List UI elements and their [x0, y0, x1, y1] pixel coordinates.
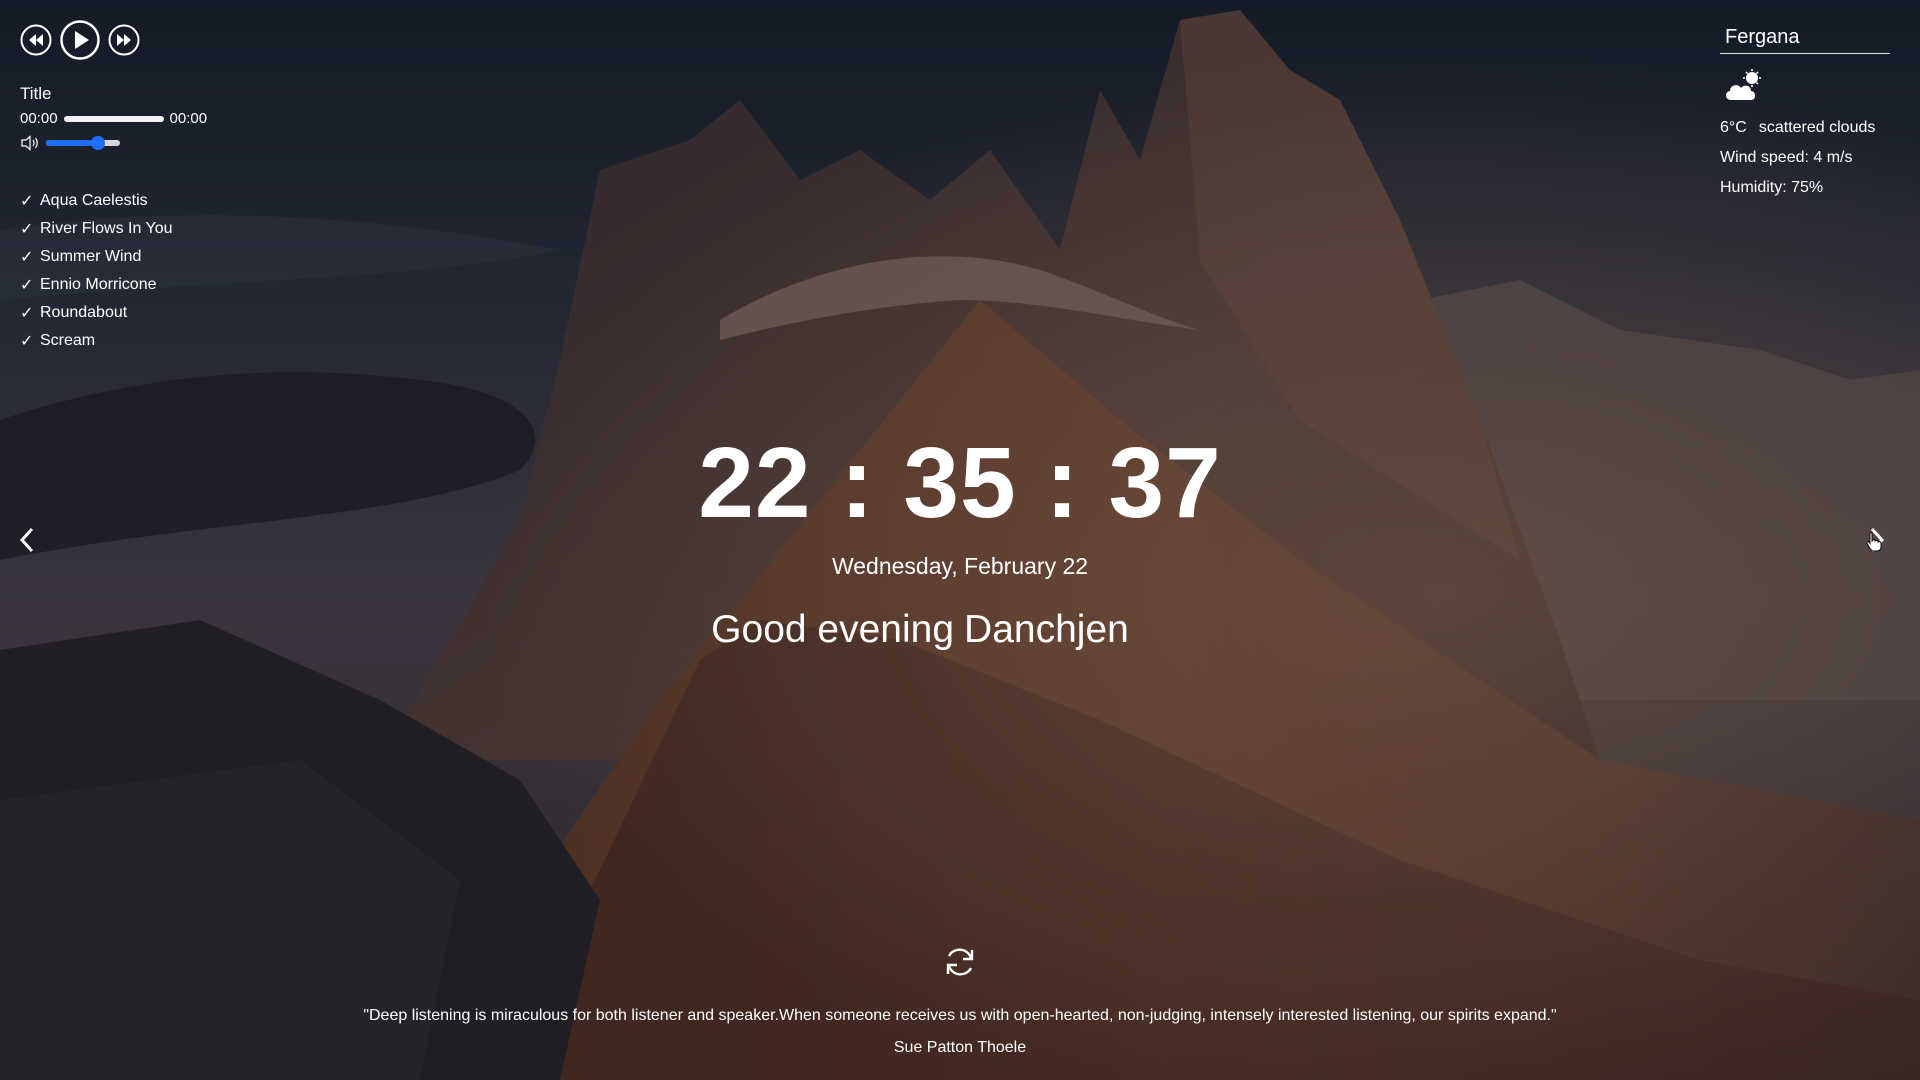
playlist-item[interactable]: ✓ River Flows In You [20, 215, 250, 243]
clock-date: Wednesday, February 22 [831, 553, 1089, 579]
current-time: 00:00 [20, 110, 58, 127]
playlist-item-label: Aqua Caelestis [40, 192, 148, 209]
playlist-item[interactable]: ✓ Summer Wind [20, 243, 250, 271]
playlist-item[interactable]: ✓ Roundabout [20, 299, 250, 327]
playlist-item-label: Summer Wind [40, 248, 142, 265]
refresh-icon [946, 948, 974, 976]
play-button[interactable] [60, 20, 100, 60]
audio-player: Title 00:00 00:00 ✓ Aqua Caelestis ✓ River… [20, 20, 250, 355]
volume-row [20, 135, 250, 151]
play-icon [60, 20, 100, 60]
playlist-item-label: Roundabout [40, 304, 128, 321]
humidity: Humidity: 75% [1720, 179, 1824, 196]
previous-track-button[interactable] [20, 24, 52, 56]
volume-slider[interactable] [46, 136, 120, 150]
hand-cursor-icon [1866, 532, 1882, 557]
refresh-quote-button[interactable] [942, 944, 978, 985]
check-icon: ✓ [20, 249, 34, 266]
progress-bar[interactable] [63, 115, 164, 122]
user-name[interactable]: Danchjen [964, 608, 1129, 651]
playlist: ✓ Aqua Caelestis ✓ River Flows In You ✓ Sum… [20, 187, 250, 355]
playlist-item[interactable]: ✓ Aqua Caelestis [20, 187, 250, 215]
playlist-item[interactable]: ✓ Scream [20, 327, 250, 355]
scattered-clouds-icon [1723, 68, 1890, 109]
check-icon: ✓ [20, 221, 34, 238]
quote-author: Sue Patton Thoele [893, 1039, 1027, 1056]
clock-time: 22 : 35 : 37 [698, 427, 1222, 539]
fast-forward-icon [108, 24, 140, 56]
greeting-text: Good evening [711, 608, 955, 651]
next-track-button[interactable] [108, 24, 140, 56]
playlist-item-label: River Flows In You [40, 220, 173, 237]
quote-text: "Deep listening is miraculous for both l… [363, 1007, 1557, 1024]
volume-button[interactable] [20, 135, 40, 151]
rewind-icon [20, 24, 52, 56]
prev-background-button[interactable] [16, 524, 40, 561]
weather-widget: 6°C scattered clouds Wind speed: 4 m/s Hu… [1720, 22, 1890, 197]
city-input[interactable] [1720, 22, 1890, 54]
player-controls [20, 20, 250, 60]
weather-description: scattered clouds [1758, 119, 1876, 136]
check-icon: ✓ [20, 193, 34, 210]
chevron-left-icon [19, 527, 34, 553]
track-title: Title [20, 84, 52, 103]
check-icon: ✓ [20, 333, 34, 350]
check-icon: ✓ [20, 277, 34, 294]
greeting: Good evening Danchjen [0, 608, 1840, 652]
progress-row: 00:00 00:00 [20, 110, 250, 127]
volume-knob[interactable] [90, 136, 105, 150]
weather-summary: 6°C scattered clouds [1720, 119, 1890, 137]
wind-speed: Wind speed: 4 m/s [1720, 149, 1853, 166]
playlist-item-label: Scream [40, 332, 96, 349]
playlist-item-label: Ennio Morricone [40, 276, 157, 293]
temperature: 6°C [1720, 119, 1747, 136]
check-icon: ✓ [20, 305, 34, 322]
playlist-item[interactable]: ✓ Ennio Morricone [20, 271, 250, 299]
speaker-icon [21, 135, 38, 151]
duration: 00:00 [169, 110, 208, 127]
